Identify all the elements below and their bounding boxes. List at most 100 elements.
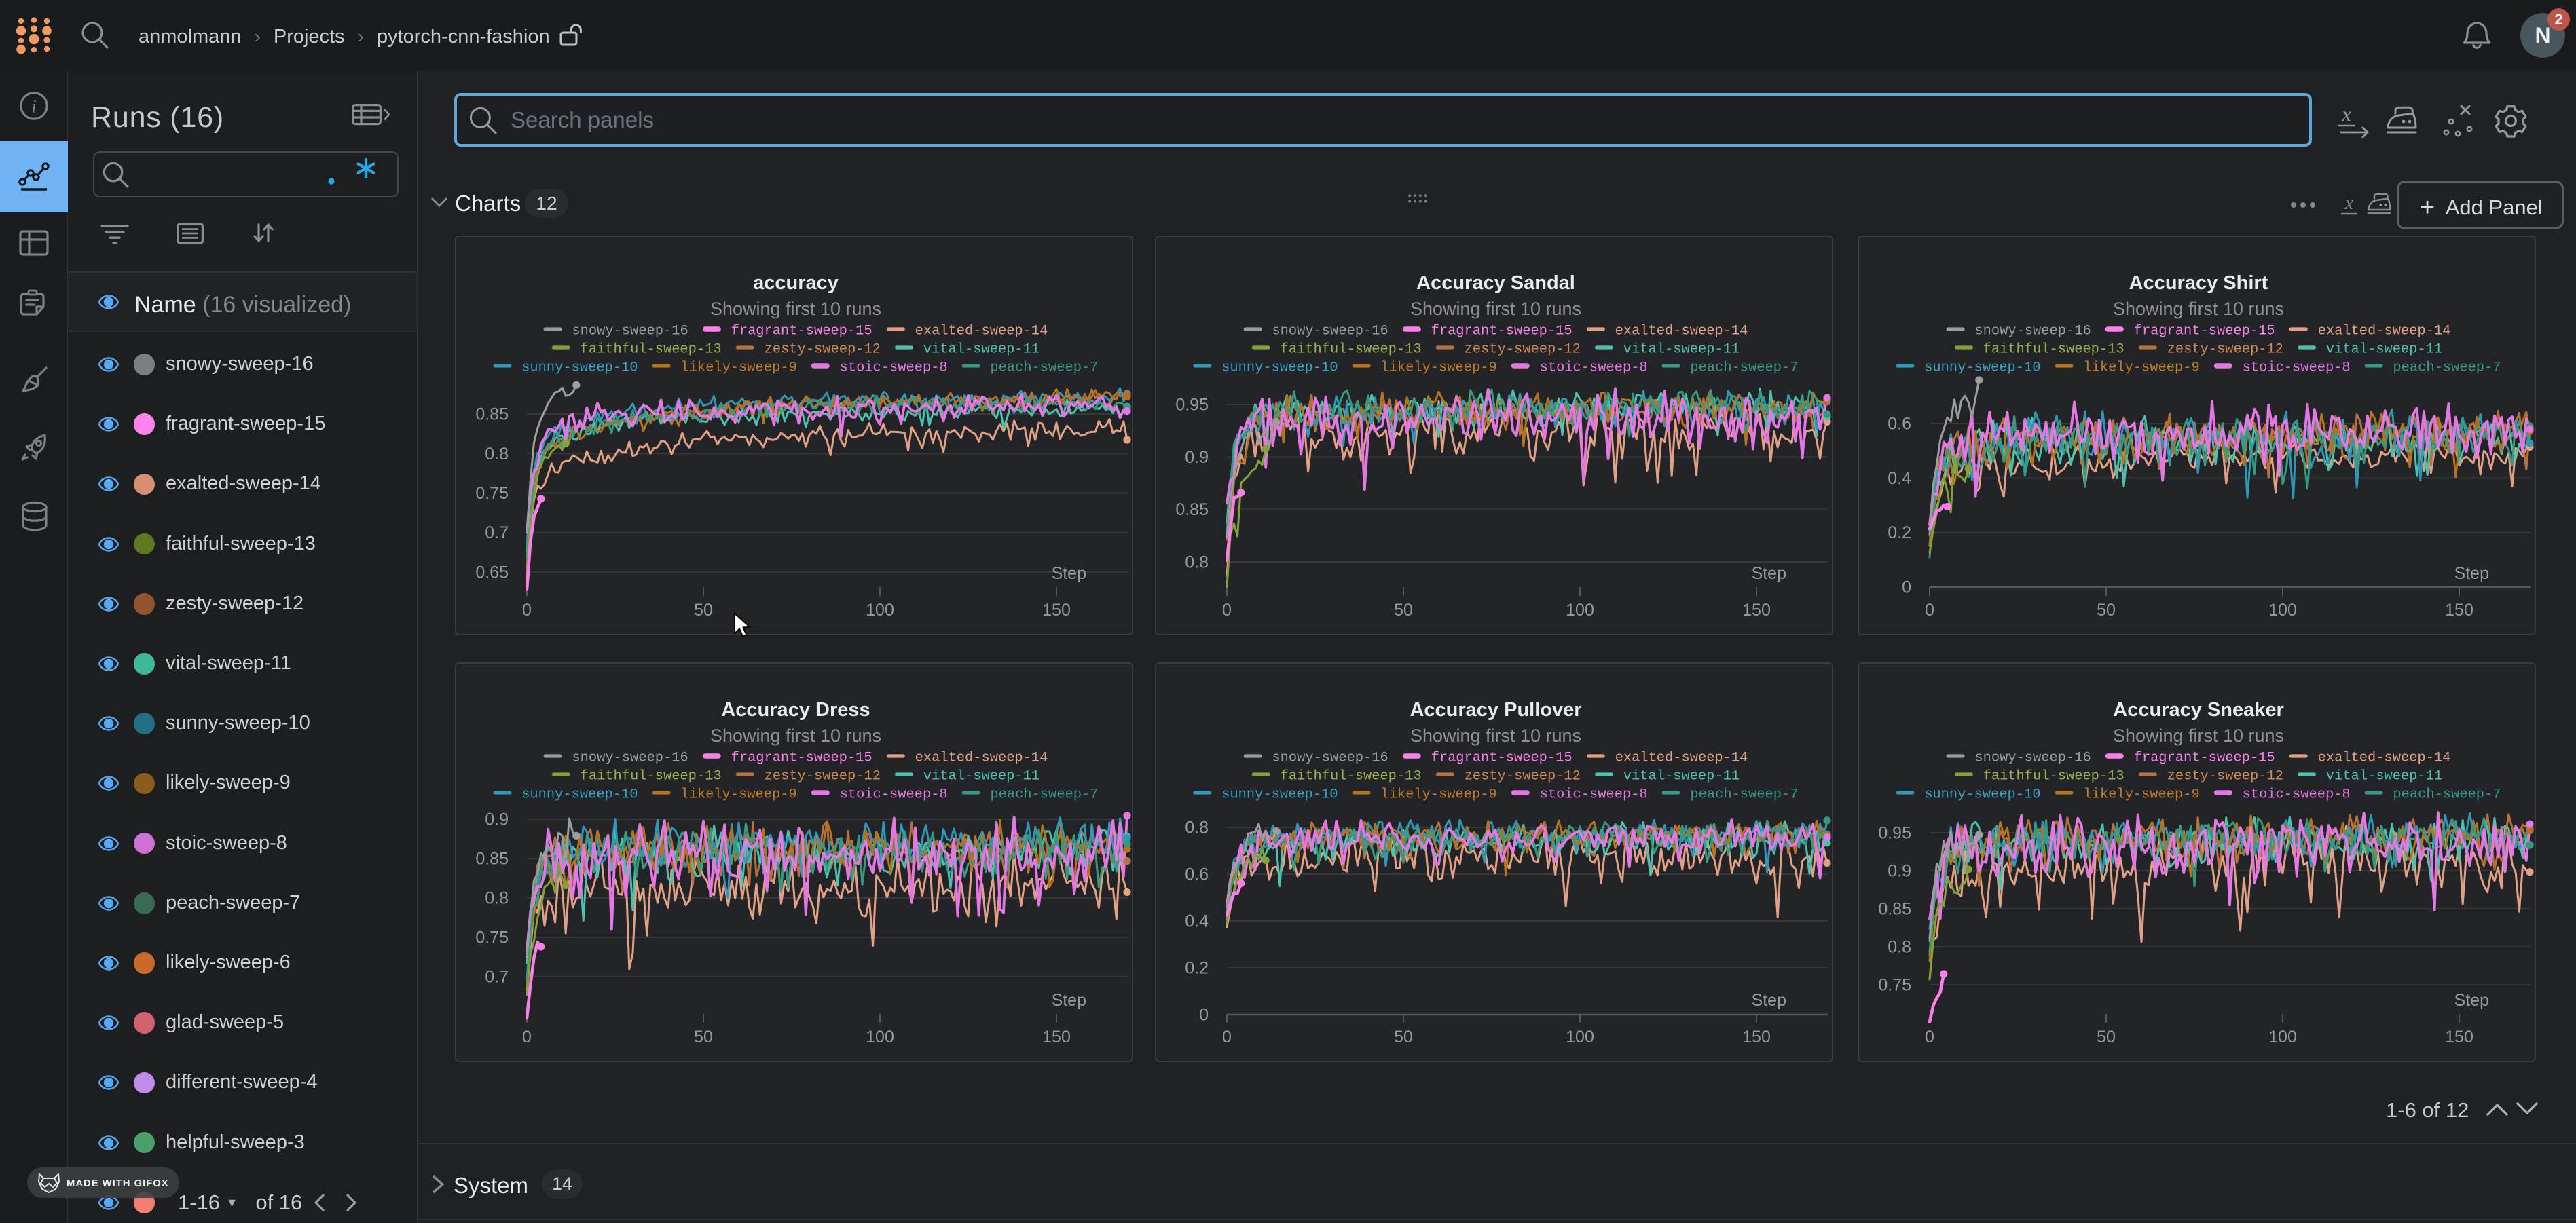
svg-text:50: 50 bbox=[694, 1028, 713, 1047]
svg-text:0.85: 0.85 bbox=[475, 405, 509, 424]
svg-text:peach-sweep-7: peach-sweep-7 bbox=[2393, 787, 2501, 803]
svg-text:0.9: 0.9 bbox=[1185, 448, 1209, 467]
svg-text:faithful-sweep-13: faithful-sweep-13 bbox=[1281, 342, 1422, 358]
svg-text:snowy-sweep-16: snowy-sweep-16 bbox=[1272, 324, 1388, 339]
svg-text:Step: Step bbox=[1052, 564, 1086, 583]
svg-text:peach-sweep-7: peach-sweep-7 bbox=[1690, 787, 1798, 803]
svg-text:0: 0 bbox=[1222, 601, 1232, 620]
svg-text:0.95: 0.95 bbox=[1878, 824, 1911, 843]
svg-text:snowy-sweep-16: snowy-sweep-16 bbox=[572, 324, 688, 339]
svg-text:0.6: 0.6 bbox=[1185, 865, 1209, 884]
svg-text:snowy-sweep-16: snowy-sweep-16 bbox=[572, 751, 688, 766]
svg-text:0.8: 0.8 bbox=[1888, 938, 1911, 957]
svg-text:sunny-sweep-10: sunny-sweep-10 bbox=[1924, 360, 2040, 376]
svg-text:Step: Step bbox=[1052, 991, 1086, 1010]
svg-text:exalted-sweep-14: exalted-sweep-14 bbox=[2318, 324, 2451, 339]
svg-text:stoic-sweep-8: stoic-sweep-8 bbox=[2243, 787, 2351, 803]
svg-text:150: 150 bbox=[1042, 1028, 1071, 1047]
svg-text:exalted-sweep-14: exalted-sweep-14 bbox=[1615, 324, 1748, 339]
svg-text:zesty-sweep-12: zesty-sweep-12 bbox=[1465, 769, 1581, 785]
svg-text:Showing first 10 runs: Showing first 10 runs bbox=[1410, 726, 1581, 746]
svg-text:0.8: 0.8 bbox=[1185, 819, 1209, 838]
svg-text:sunny-sweep-10: sunny-sweep-10 bbox=[1221, 787, 1338, 803]
svg-text:fragrant-sweep-15: fragrant-sweep-15 bbox=[1431, 324, 1572, 339]
svg-text:likely-sweep-9: likely-sweep-9 bbox=[680, 787, 796, 803]
svg-text:zesty-sweep-12: zesty-sweep-12 bbox=[1465, 342, 1581, 358]
svg-text:100: 100 bbox=[1566, 601, 1594, 620]
svg-text:0.8: 0.8 bbox=[485, 889, 509, 908]
svg-text:Accuracy Sandal: Accuracy Sandal bbox=[1416, 272, 1575, 294]
svg-text:likely-sweep-9: likely-sweep-9 bbox=[2083, 787, 2199, 803]
svg-text:100: 100 bbox=[2268, 601, 2297, 620]
svg-text:0.4: 0.4 bbox=[1888, 469, 1911, 488]
svg-text:0: 0 bbox=[1925, 601, 1934, 620]
svg-text:Step: Step bbox=[1752, 564, 1786, 583]
svg-text:0.65: 0.65 bbox=[475, 563, 509, 582]
svg-text:0: 0 bbox=[522, 1028, 532, 1047]
svg-text:0.9: 0.9 bbox=[485, 810, 509, 829]
svg-text:50: 50 bbox=[1394, 1028, 1413, 1047]
svg-text:0.6: 0.6 bbox=[1888, 415, 1911, 434]
svg-text:Step: Step bbox=[2454, 564, 2489, 583]
svg-text:sunny-sweep-10: sunny-sweep-10 bbox=[1924, 787, 2040, 803]
svg-text:150: 150 bbox=[2445, 601, 2473, 620]
svg-text:0: 0 bbox=[1902, 578, 1911, 597]
svg-text:150: 150 bbox=[1742, 601, 1771, 620]
svg-text:zesty-sweep-12: zesty-sweep-12 bbox=[765, 342, 881, 358]
svg-text:150: 150 bbox=[1042, 601, 1071, 620]
svg-text:vital-sweep-11: vital-sweep-11 bbox=[2326, 342, 2442, 358]
svg-text:0.8: 0.8 bbox=[485, 445, 509, 464]
svg-text:exalted-sweep-14: exalted-sweep-14 bbox=[1615, 751, 1748, 766]
svg-text:fragrant-sweep-15: fragrant-sweep-15 bbox=[731, 324, 872, 339]
svg-text:snowy-sweep-16: snowy-sweep-16 bbox=[1974, 324, 2091, 339]
svg-text:likely-sweep-9: likely-sweep-9 bbox=[2083, 360, 2199, 376]
svg-text:stoic-sweep-8: stoic-sweep-8 bbox=[840, 787, 948, 803]
svg-text:Accuracy Dress: Accuracy Dress bbox=[721, 699, 870, 721]
svg-text:i: i bbox=[31, 96, 37, 117]
svg-text:Showing first 10 runs: Showing first 10 runs bbox=[1410, 299, 1581, 319]
svg-text:0.4: 0.4 bbox=[1185, 912, 1209, 931]
svg-text:zesty-sweep-12: zesty-sweep-12 bbox=[2167, 769, 2283, 785]
svg-text:0.75: 0.75 bbox=[475, 928, 509, 947]
svg-text:Showing first 10 runs: Showing first 10 runs bbox=[710, 726, 881, 746]
svg-text:x: x bbox=[2341, 103, 2351, 126]
svg-text:zesty-sweep-12: zesty-sweep-12 bbox=[765, 769, 881, 785]
svg-text:vital-sweep-11: vital-sweep-11 bbox=[2326, 769, 2442, 785]
svg-text:0.95: 0.95 bbox=[1175, 396, 1209, 415]
svg-text:likely-sweep-9: likely-sweep-9 bbox=[1380, 787, 1496, 803]
svg-text:peach-sweep-7: peach-sweep-7 bbox=[990, 787, 1098, 803]
svg-text:100: 100 bbox=[866, 601, 894, 620]
svg-text:vital-sweep-11: vital-sweep-11 bbox=[1623, 769, 1740, 785]
svg-text:stoic-sweep-8: stoic-sweep-8 bbox=[1540, 787, 1648, 803]
svg-text:50: 50 bbox=[694, 601, 713, 620]
svg-text:sunny-sweep-10: sunny-sweep-10 bbox=[521, 360, 638, 376]
svg-text:snowy-sweep-16: snowy-sweep-16 bbox=[1974, 751, 2091, 766]
svg-text:likely-sweep-9: likely-sweep-9 bbox=[1380, 360, 1496, 376]
svg-text:x: x bbox=[2344, 193, 2354, 214]
svg-text:0: 0 bbox=[1925, 1028, 1934, 1047]
svg-text:Accuracy Shirt: Accuracy Shirt bbox=[2129, 272, 2268, 294]
svg-text:50: 50 bbox=[2097, 601, 2116, 620]
svg-text:fragrant-sweep-15: fragrant-sweep-15 bbox=[2134, 751, 2275, 766]
svg-text:zesty-sweep-12: zesty-sweep-12 bbox=[2167, 342, 2283, 358]
svg-text:Accuracy Pullover: Accuracy Pullover bbox=[1410, 699, 1581, 721]
svg-text:Showing first 10 runs: Showing first 10 runs bbox=[2113, 299, 2284, 319]
svg-text:100: 100 bbox=[2268, 1028, 2297, 1047]
svg-text:0.85: 0.85 bbox=[1878, 900, 1911, 919]
svg-text:Step: Step bbox=[1752, 991, 1786, 1010]
svg-text:Showing first 10 runs: Showing first 10 runs bbox=[710, 299, 881, 319]
svg-text:sunny-sweep-10: sunny-sweep-10 bbox=[521, 787, 638, 803]
svg-text:vital-sweep-11: vital-sweep-11 bbox=[1623, 342, 1740, 358]
svg-text:0.2: 0.2 bbox=[1888, 523, 1911, 542]
svg-text:fragrant-sweep-15: fragrant-sweep-15 bbox=[1431, 751, 1572, 766]
svg-text:likely-sweep-9: likely-sweep-9 bbox=[680, 360, 796, 376]
svg-text:Step: Step bbox=[2454, 991, 2489, 1010]
svg-text:0.8: 0.8 bbox=[1185, 553, 1209, 572]
svg-text:sunny-sweep-10: sunny-sweep-10 bbox=[1221, 360, 1338, 376]
svg-text:faithful-sweep-13: faithful-sweep-13 bbox=[581, 769, 722, 785]
svg-text:50: 50 bbox=[1394, 601, 1413, 620]
svg-text:faithful-sweep-13: faithful-sweep-13 bbox=[1983, 342, 2124, 358]
svg-text:fragrant-sweep-15: fragrant-sweep-15 bbox=[2134, 324, 2275, 339]
svg-text:stoic-sweep-8: stoic-sweep-8 bbox=[840, 360, 948, 376]
svg-text:snowy-sweep-16: snowy-sweep-16 bbox=[1272, 751, 1388, 766]
